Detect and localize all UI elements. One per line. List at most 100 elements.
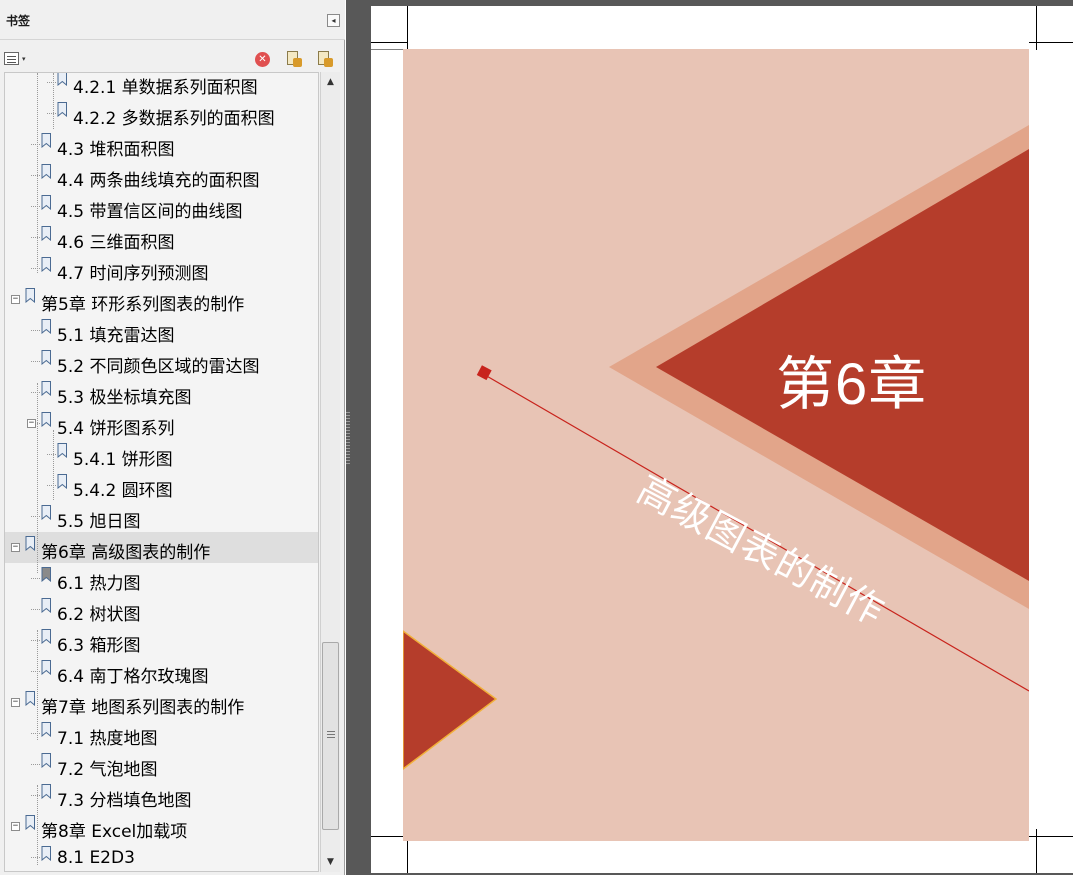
new-bookmark-button[interactable] [285, 50, 303, 68]
bookmark-label: 5.4.1 饼形图 [73, 450, 173, 470]
chapter-number: 第6章 [776, 352, 928, 417]
bookmarks-panel-header: 书签 ◂ [0, 0, 345, 40]
tree-connector [31, 330, 40, 331]
bookmark-row[interactable]: 4.5 带置信区间的曲线图 [5, 191, 318, 222]
bookmark-chapter-row[interactable]: − 第7章 地图系列图表的制作 [5, 687, 318, 718]
tree-connector [31, 609, 40, 610]
bookmark-label: 6.2 树状图 [57, 605, 141, 625]
tree-guide-line [37, 73, 38, 273]
bookmark-icon [25, 288, 36, 303]
bookmark-label: 4.2.2 多数据系列的面积图 [73, 109, 275, 129]
bookmark-label: 6.4 南丁格尔玫瑰图 [57, 667, 209, 687]
bookmark-row[interactable]: 5.2 不同颜色区域的雷达图 [5, 346, 318, 377]
bookmark-row[interactable]: 7.3 分档填色地图 [5, 780, 318, 811]
badge-icon [324, 58, 333, 67]
scroll-up-button[interactable]: ▲ [321, 72, 340, 92]
collapse-toggle[interactable]: − [11, 295, 20, 304]
tree-connector [47, 82, 56, 83]
tree-connector [31, 671, 40, 672]
bookmark-label: 7.3 分档填色地图 [57, 791, 192, 811]
scroll-down-button[interactable]: ▼ [321, 852, 340, 872]
scroll-thumb[interactable] [322, 642, 339, 830]
bookmark-label: 4.6 三维面积图 [57, 233, 175, 253]
collapse-toggle[interactable]: − [11, 543, 20, 552]
bookmark-row[interactable]: 6.4 南丁格尔玫瑰图 [5, 656, 318, 687]
bookmark-label: 第7章 地图系列图表的制作 [41, 698, 245, 718]
bookmark-icon [41, 350, 52, 365]
tree-connector [31, 392, 40, 393]
tree-guide-line [37, 383, 38, 573]
bookmark-row[interactable]: 6.1 热力图 [5, 563, 318, 594]
bookmark-label: 5.3 极坐标填充图 [57, 388, 192, 408]
bookmark-row[interactable]: 8.1 E2D3 [5, 842, 318, 871]
bookmark-icon [41, 629, 52, 644]
tree-connector [31, 268, 40, 269]
bookmark-icon [41, 505, 52, 520]
bookmark-label: 7.1 热度地图 [57, 729, 158, 749]
tree-guide-line [53, 430, 54, 500]
tree-connector [31, 795, 40, 796]
bookmark-label: 8.1 E2D3 [57, 848, 135, 868]
bookmark-row[interactable]: 5.5 旭日图 [5, 501, 318, 532]
bookmark-options-button[interactable]: ▾ [4, 51, 30, 67]
tree-guide-line [37, 630, 38, 740]
bookmark-icon [41, 846, 52, 861]
bookmark-icon [41, 164, 52, 179]
bookmark-label: 5.4.2 圆环图 [73, 481, 173, 501]
bookmark-label: 第5章 环形系列图表的制作 [41, 295, 245, 315]
bookmark-label: 5.1 填充雷达图 [57, 326, 175, 346]
bookmark-label: 4.4 两条曲线填充的面积图 [57, 171, 260, 191]
bookmark-icon [41, 195, 52, 210]
bookmark-tree: 4.2.1 单数据系列面积图 4.2.2 多数据系列的面积图 4.3 堆积面积图 4.… [4, 72, 319, 872]
bookmark-row[interactable]: 4.6 三维面积图 [5, 222, 318, 253]
delete-bookmark-button[interactable]: ✕ [255, 52, 270, 67]
bookmark-label: 4.3 堆积面积图 [57, 140, 175, 160]
bookmark-chapter-row[interactable]: − 第5章 环形系列图表的制作 [5, 284, 318, 315]
tree-connector [47, 454, 56, 455]
bookmark-icon [41, 567, 52, 582]
chevron-down-icon: ▾ [22, 55, 26, 63]
tree-connector [47, 113, 56, 114]
bookmark-row[interactable]: 5.3 极坐标填充图 [5, 377, 318, 408]
collapse-toggle[interactable]: − [27, 419, 36, 428]
collapse-toggle[interactable]: − [11, 822, 20, 831]
bookmarks-panel: 书签 ◂ ▾ ✕ 4.2.1 单数据系列面积图 4.2.2 多数据系列的面积图 4.… [0, 0, 345, 875]
expand-bookmark-button[interactable] [316, 50, 334, 68]
bookmark-chapter-row[interactable]: − 第6章 高级图表的制作 [5, 532, 318, 563]
bookmarks-toolbar: ▾ ✕ [0, 44, 345, 72]
bookmark-row[interactable]: 6.2 树状图 [5, 594, 318, 625]
bookmark-row[interactable]: 4.4 两条曲线填充的面积图 [5, 160, 318, 191]
bookmark-label: 6.3 箱形图 [57, 636, 141, 656]
bookmark-icon [25, 536, 36, 551]
collapse-toggle[interactable]: − [11, 698, 20, 707]
tree-guide-line [37, 785, 38, 865]
bookmark-label: 第6章 高级图表的制作 [41, 543, 211, 563]
tree-guide-line [53, 73, 54, 129]
bookmark-icon [41, 722, 52, 737]
bookmark-icon [41, 660, 52, 675]
tree-connector [31, 640, 40, 641]
bookmark-label: 6.1 热力图 [57, 574, 141, 594]
bookmark-icon [57, 73, 68, 86]
tree-scrollbar[interactable]: ▲ ▼ [320, 72, 340, 872]
bookmark-row[interactable]: 4.7 时间序列预测图 [5, 253, 318, 284]
bookmark-row[interactable]: 4.3 堆积面积图 [5, 129, 318, 160]
bookmark-label: 第8章 Excel加载项 [41, 822, 188, 842]
tree-connector [31, 237, 40, 238]
tree-connector [31, 175, 40, 176]
bookmark-icon [41, 133, 52, 148]
collapse-panel-button[interactable]: ◂ [327, 14, 340, 27]
bookmark-row[interactable]: 7.2 气泡地图 [5, 749, 318, 780]
bookmark-icon [57, 474, 68, 489]
tree-connector [31, 206, 40, 207]
bookmark-label: 4.2.1 单数据系列面积图 [73, 78, 258, 98]
bookmark-row[interactable]: 7.1 热度地图 [5, 718, 318, 749]
bookmark-row[interactable]: 5.1 填充雷达图 [5, 315, 318, 346]
bookmark-label: 5.5 旭日图 [57, 512, 141, 532]
tree-connector [31, 857, 40, 858]
bookmark-label: 5.2 不同颜色区域的雷达图 [57, 357, 260, 377]
bookmark-chapter-row[interactable]: − 第8章 Excel加载项 [5, 811, 318, 842]
bookmark-icon [41, 381, 52, 396]
document-view[interactable]: 第6章 高级图表的制作 [350, 0, 1073, 875]
bookmark-row[interactable]: 6.3 箱形图 [5, 625, 318, 656]
